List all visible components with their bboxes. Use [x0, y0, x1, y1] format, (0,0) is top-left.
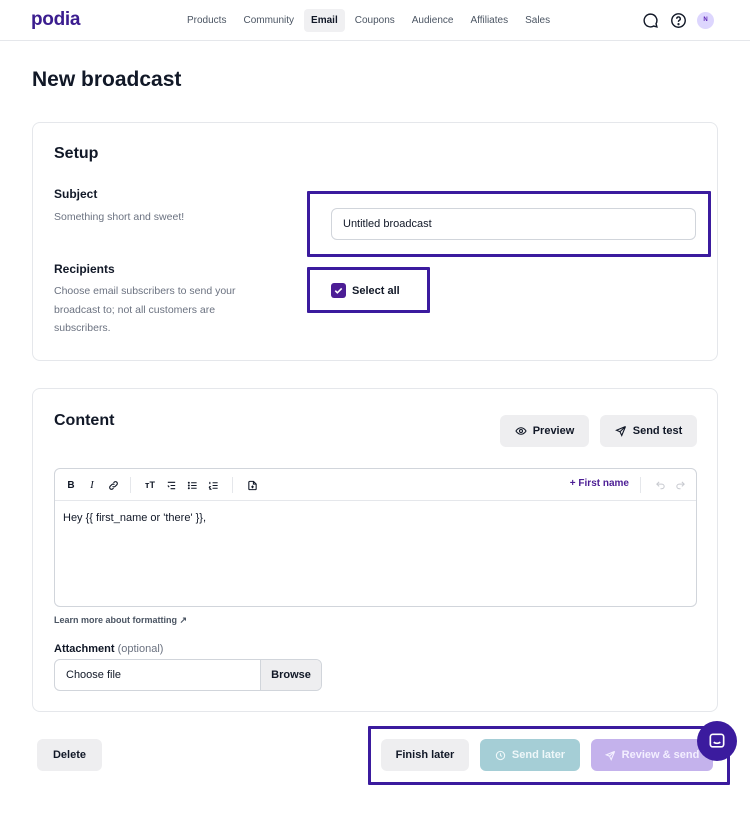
nav-item-affiliates[interactable]: Affiliates: [463, 9, 515, 32]
subject-input[interactable]: [331, 208, 696, 240]
send-test-button[interactable]: Send test: [600, 415, 697, 447]
setup-card: Setup Subject Something short and sweet!…: [32, 122, 718, 361]
insert-file-icon[interactable]: [244, 477, 260, 493]
attachment-optional-text: (optional): [117, 643, 164, 655]
nav-item-coupons[interactable]: Coupons: [348, 9, 402, 32]
bullet-list-icon[interactable]: [184, 477, 200, 493]
attachment-label: Attachment (optional): [54, 643, 163, 655]
nav-item-audience[interactable]: Audience: [405, 9, 461, 32]
attachment-label-text: Attachment: [54, 643, 115, 655]
numbered-list-icon[interactable]: [205, 477, 221, 493]
page-title: New broadcast: [32, 68, 182, 91]
top-nav: podia Products Community Email Coupons A…: [0, 0, 750, 41]
content-title: Content: [54, 412, 115, 429]
send-icon: [604, 750, 615, 761]
send-later-button[interactable]: Send later: [480, 739, 580, 771]
nav-icons: N: [641, 11, 714, 29]
content-card: Content Preview Send test B I тT + First…: [32, 388, 718, 712]
delete-button[interactable]: Delete: [37, 739, 102, 771]
message-icon: [709, 733, 725, 748]
toolbar-divider: [130, 477, 131, 493]
attachment-file-input[interactable]: Choose file Browse: [54, 659, 322, 691]
select-all-option[interactable]: Select all: [331, 283, 400, 298]
avatar[interactable]: N: [697, 11, 714, 29]
nav-item-sales[interactable]: Sales: [518, 9, 557, 32]
finish-later-button[interactable]: Finish later: [381, 739, 469, 771]
nav-menu: Products Community Email Coupons Audienc…: [180, 9, 557, 32]
review-send-label: Review & send: [621, 749, 700, 761]
text-size-button[interactable]: тT: [142, 477, 158, 493]
chat-icon[interactable]: [641, 11, 659, 29]
review-send-button[interactable]: Review & send: [591, 739, 713, 771]
bold-button[interactable]: B: [63, 477, 79, 493]
toolbar-divider: [640, 477, 641, 493]
nav-item-community[interactable]: Community: [236, 9, 301, 32]
browse-button[interactable]: Browse: [260, 660, 321, 690]
support-chat-button[interactable]: [697, 721, 737, 761]
check-icon: [334, 287, 343, 294]
link-icon[interactable]: [105, 477, 121, 493]
heading-list-icon[interactable]: [163, 477, 179, 493]
learn-more-formatting-link[interactable]: Learn more about formatting ↗: [54, 615, 187, 626]
preview-label: Preview: [532, 425, 575, 437]
help-icon[interactable]: [669, 11, 687, 29]
send-later-label: Send later: [511, 749, 566, 761]
choose-file-text[interactable]: Choose file: [55, 660, 260, 690]
subject-label: Subject: [54, 187, 98, 201]
italic-button[interactable]: I: [84, 477, 100, 493]
recipients-help: Choose email subscribers to send your br…: [54, 285, 236, 334]
recipients-label: Recipients: [54, 262, 115, 276]
email-body-text[interactable]: Hey {{ first_name or 'there' }},: [63, 512, 206, 524]
clock-icon: [495, 750, 506, 760]
eye-icon: [515, 427, 527, 435]
subject-help: Something short and sweet!: [54, 211, 185, 223]
redo-icon[interactable]: [672, 477, 688, 493]
send-test-label: Send test: [632, 425, 683, 437]
insert-first-name-button[interactable]: + First name: [570, 478, 629, 489]
send-icon: [614, 425, 626, 437]
undo-icon[interactable]: [652, 477, 668, 493]
select-all-checkbox[interactable]: [331, 283, 346, 298]
email-body-editor[interactable]: B I тT + First name Hey {{first_name or…: [54, 468, 697, 607]
preview-button[interactable]: Preview: [500, 415, 589, 447]
setup-title: Setup: [54, 145, 99, 162]
editor-toolbar: B I тT + First name: [55, 469, 696, 501]
toolbar-divider: [232, 477, 233, 493]
podia-logo[interactable]: podia: [31, 9, 80, 31]
select-all-label: Select all: [352, 284, 400, 297]
nav-item-email[interactable]: Email: [304, 9, 345, 32]
nav-item-products[interactable]: Products: [180, 9, 233, 32]
